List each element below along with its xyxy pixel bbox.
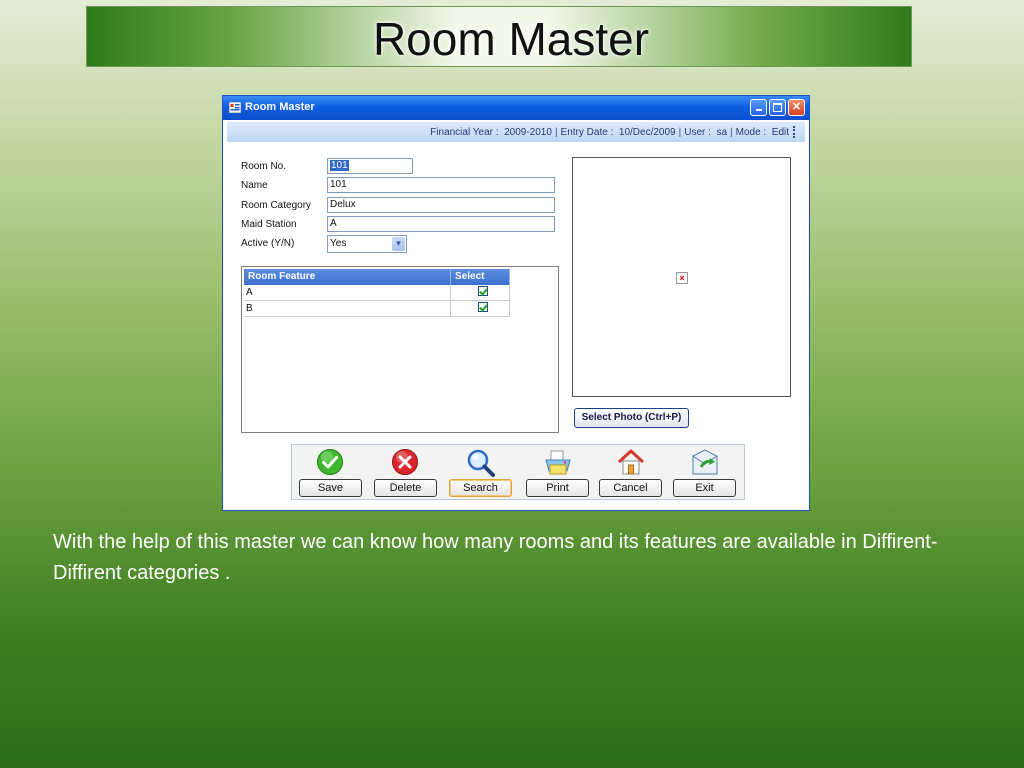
room-photo: × [572, 157, 791, 397]
close-button[interactable]: ✕ [788, 99, 805, 116]
slide-title: Room Master [372, 12, 650, 65]
active-select[interactable]: Yes ▼ [327, 235, 407, 253]
print-tool: Print [526, 445, 590, 499]
slide-caption: With the help of this master we can know… [53, 531, 938, 584]
maid-station-label: Maid Station [241, 219, 297, 230]
room-no-label: Room No. [241, 161, 287, 172]
exit-tool: Exit [673, 445, 737, 499]
status-separator: | [730, 126, 733, 138]
minimize-icon [755, 109, 762, 111]
status-bar: Financial Year : 2009-2010 | Entry Date … [227, 122, 805, 142]
select-checkbox[interactable] [478, 302, 488, 312]
maximize-button[interactable] [769, 99, 786, 116]
cancel-button[interactable]: Cancel [599, 479, 662, 497]
app-icon [229, 102, 241, 113]
table-row[interactable]: B [244, 301, 510, 317]
mode-info: Mode : Edit [735, 126, 789, 138]
feature-cell: A [244, 285, 451, 301]
column-header-select[interactable]: Select [451, 269, 510, 285]
maximize-icon [773, 103, 782, 112]
cancel-tool: Cancel [599, 445, 663, 499]
room-category-label: Room Category [241, 200, 312, 211]
room-no-value: 101 [330, 160, 349, 171]
grip-handle[interactable] [793, 126, 797, 138]
delete-button[interactable]: Delete [374, 479, 437, 497]
close-icon: ✕ [791, 101, 802, 113]
status-separator: | [554, 126, 558, 138]
checkmark-icon [317, 449, 343, 475]
feature-cell: B [244, 301, 451, 317]
delete-icon [392, 449, 418, 475]
room-category-input[interactable]: Delux [327, 197, 555, 213]
minimize-button[interactable] [750, 99, 767, 116]
window-title: Room Master [245, 101, 315, 113]
delete-tool: Delete [374, 445, 438, 499]
window-titlebar[interactable]: Room Master ✕ [223, 96, 809, 120]
printer-icon [545, 450, 571, 475]
select-cell [451, 301, 510, 317]
action-toolbar: Save Delete Search Print Cancel Exit [291, 444, 745, 500]
user-info: User : sa [684, 126, 728, 138]
print-button[interactable]: Print [526, 479, 589, 497]
select-checkbox[interactable] [478, 286, 488, 296]
search-tool: Search [449, 445, 513, 499]
table-row[interactable]: A [244, 285, 510, 301]
active-value: Yes [330, 238, 347, 249]
exit-button[interactable]: Exit [673, 479, 736, 497]
entry-date: Entry Date : 10/Dec/2009 [560, 126, 676, 138]
search-icon [467, 449, 495, 477]
select-photo-button[interactable]: Select Photo (Ctrl+P) [574, 408, 689, 428]
select-cell [451, 285, 510, 301]
status-separator: | [678, 126, 682, 138]
room-feature-grid: Room Feature Select A B [241, 266, 559, 433]
save-tool: Save [299, 445, 363, 499]
grid-header: Room Feature Select [244, 269, 510, 285]
room-no-input[interactable]: 101 [327, 158, 413, 174]
active-label: Active (Y/N) [241, 238, 295, 249]
save-button[interactable]: Save [299, 479, 362, 497]
column-header-room-feature[interactable]: Room Feature [244, 269, 451, 285]
chevron-down-icon[interactable]: ▼ [392, 237, 405, 251]
broken-image-icon: × [676, 272, 688, 284]
home-icon [617, 449, 645, 475]
maid-station-input[interactable]: A [327, 216, 555, 232]
slide-title-banner: Room Master [86, 6, 912, 67]
room-master-window: Room Master ✕ Financial Year : 2009-2010… [222, 95, 810, 511]
search-button[interactable]: Search [449, 479, 512, 497]
name-input[interactable]: 101 [327, 177, 555, 193]
financial-year: Financial Year : 2009-2010 [430, 126, 552, 138]
name-label: Name [241, 180, 268, 191]
exit-icon [692, 449, 718, 475]
